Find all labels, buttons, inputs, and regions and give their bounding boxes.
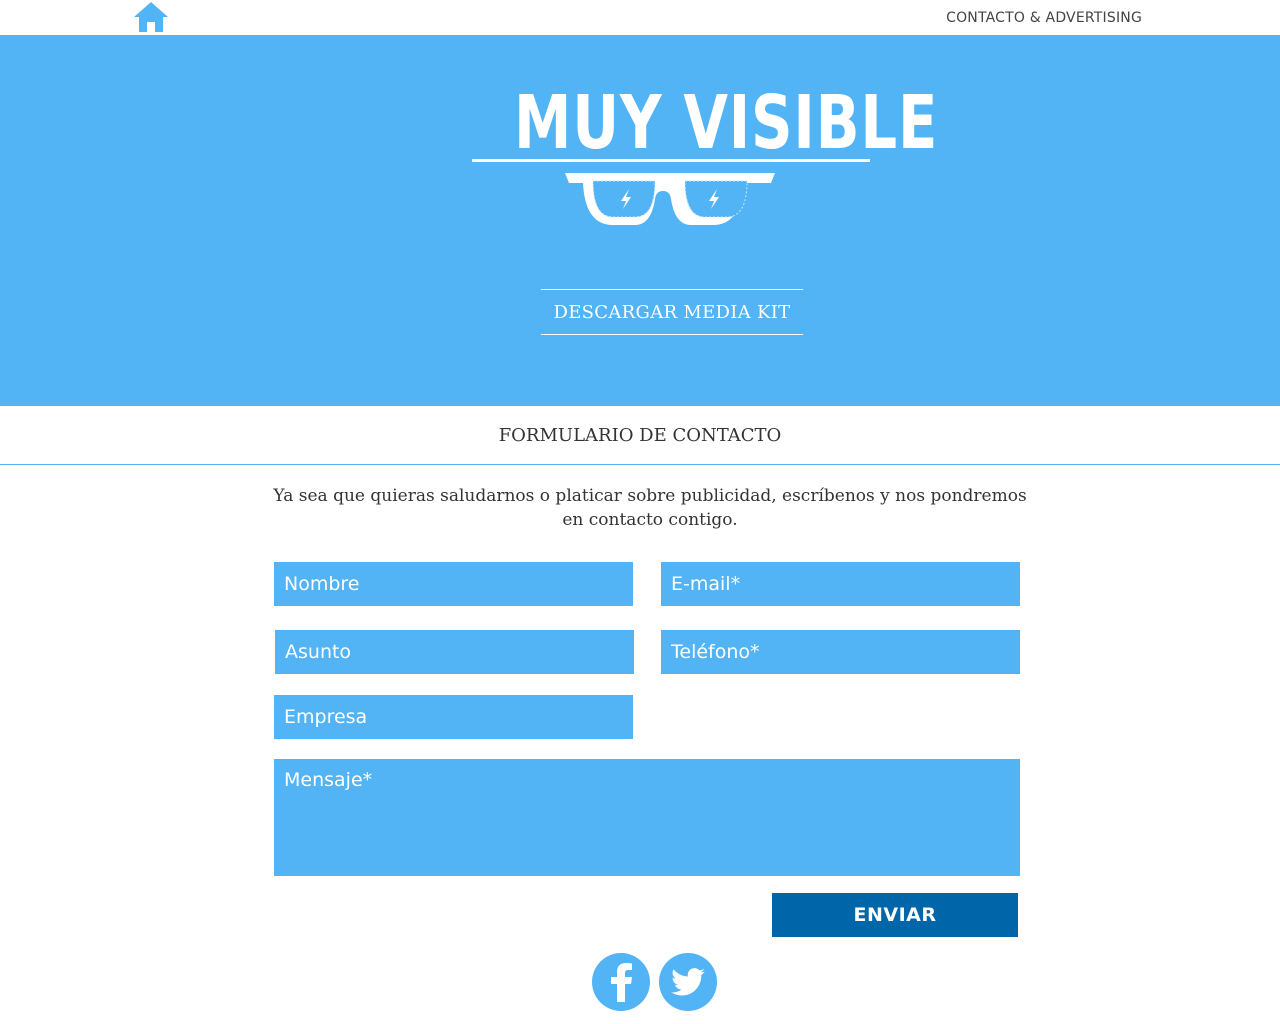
hero-banner: MUY VISIBLE DESCARGAR MEDIA KIT [0, 35, 1280, 406]
contact-form-title: FORMULARIO DE CONTACTO [0, 406, 1280, 465]
logo-text: MUY VISIBLE [514, 80, 939, 166]
name-input[interactable] [274, 562, 633, 606]
download-media-kit-button[interactable]: DESCARGAR MEDIA KIT [541, 289, 803, 335]
intro-line-2: en contacto contigo. [562, 510, 738, 530]
intro-line-1: Ya sea que quieras saludarnos o platicar… [273, 486, 1027, 506]
twitter-button[interactable] [659, 953, 717, 1011]
twitter-icon [671, 968, 705, 996]
phone-input[interactable] [661, 630, 1020, 674]
email-input[interactable] [661, 562, 1020, 606]
facebook-button[interactable] [592, 953, 650, 1011]
glasses-logo-icon [565, 173, 775, 225]
subject-input[interactable] [275, 630, 634, 674]
company-input[interactable] [274, 695, 633, 739]
top-bar: CONTACTO & ADVERTISING [0, 0, 1280, 35]
home-icon[interactable] [132, 0, 170, 34]
message-textarea[interactable] [274, 759, 1020, 876]
facebook-icon [611, 963, 632, 1002]
contact-advertising-link[interactable]: CONTACTO & ADVERTISING [946, 10, 1142, 26]
send-button[interactable]: ENVIAR [772, 893, 1018, 937]
contact-intro-text: Ya sea que quieras saludarnos o platicar… [240, 484, 1060, 532]
logo-underline [472, 159, 870, 162]
